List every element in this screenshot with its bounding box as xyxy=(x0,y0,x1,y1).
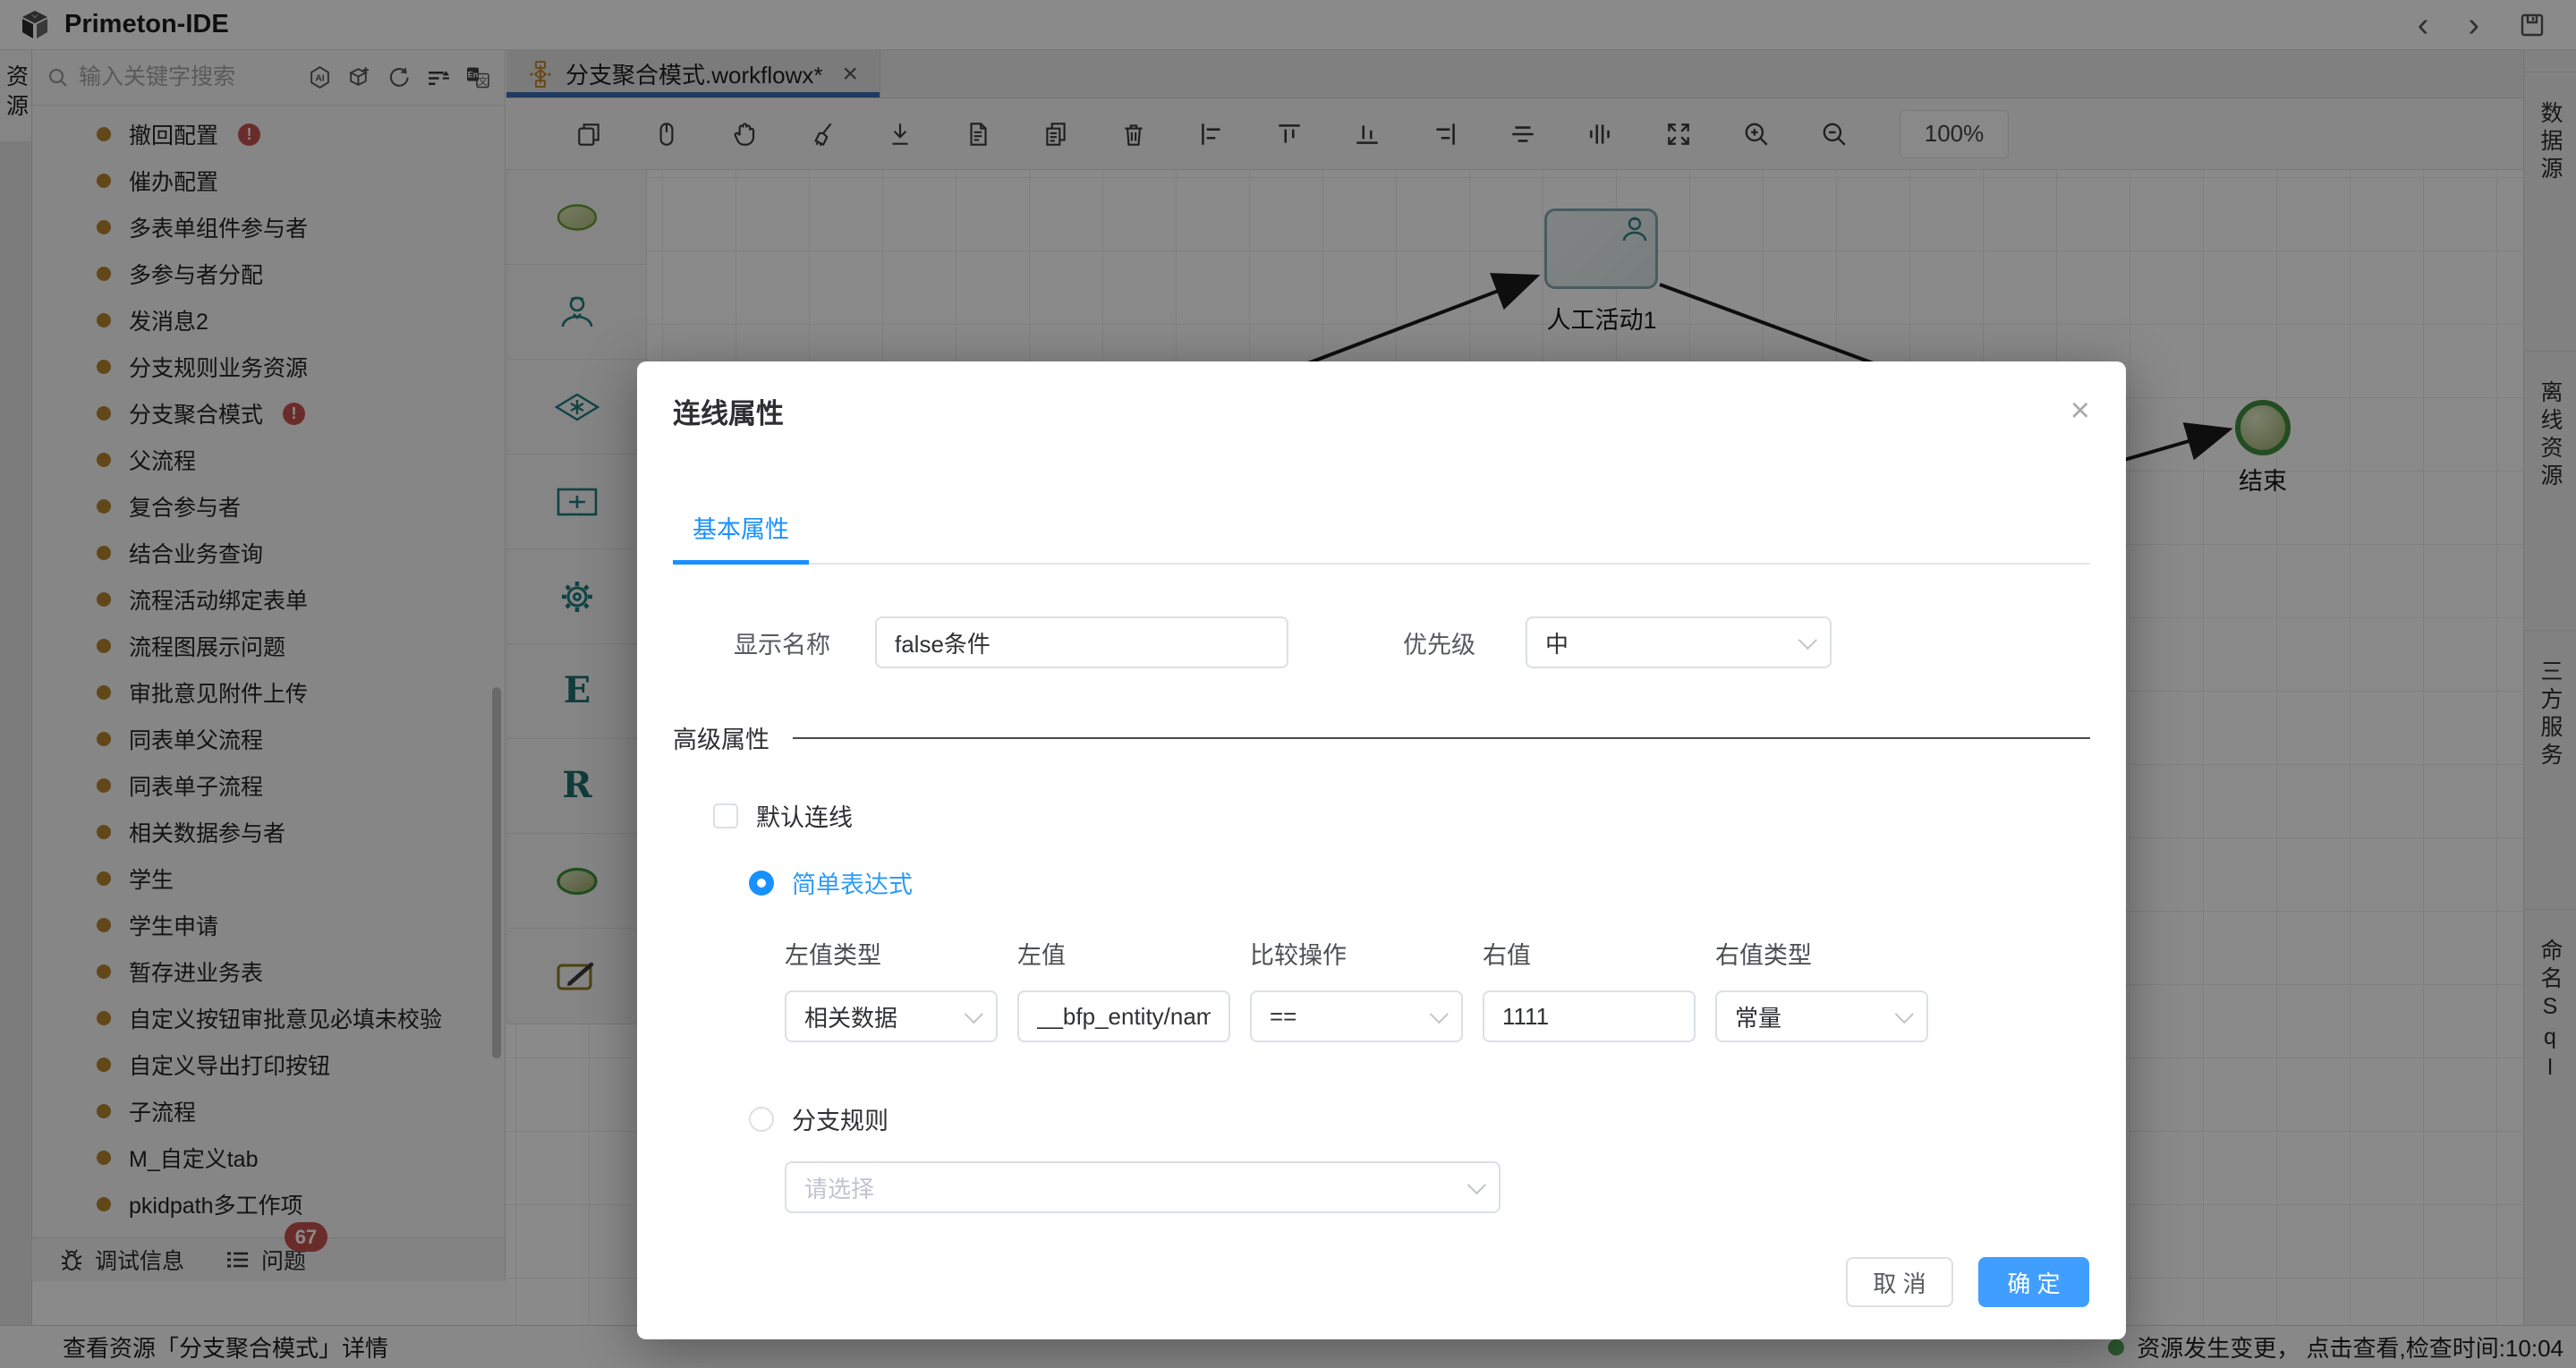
left-type-select[interactable]: 相关数据 xyxy=(785,990,998,1042)
right-type-label: 右值类型 xyxy=(1715,936,1928,971)
simple-expression-row: 简单表达式 xyxy=(673,865,2090,900)
dialog-tabs: 基本属性 xyxy=(673,510,2090,565)
app-window: Primeton-IDE ‹ › 资源 xyxy=(0,0,2576,1368)
branch-rule-placeholder: 请选择 xyxy=(804,1171,874,1204)
left-type-value: 相关数据 xyxy=(804,1000,897,1033)
confirm-button[interactable]: 确 定 xyxy=(1978,1257,2089,1307)
name-priority-row: 显示名称 优先级 中 xyxy=(673,616,2090,668)
default-line-row: 默认连线 xyxy=(673,798,2090,833)
chevron-down-icon xyxy=(965,1005,983,1024)
dialog-title: 连线属性 xyxy=(673,391,784,431)
expression-field-labels: 左值类型 左值 比较操作 右值 右值类型 xyxy=(673,936,2090,971)
operator-value: == xyxy=(1270,1003,1297,1031)
default-line-checkbox[interactable] xyxy=(713,803,738,828)
operator-label: 比较操作 xyxy=(1250,936,1463,971)
priority-label: 优先级 xyxy=(1403,625,1475,660)
right-type-select[interactable]: 常量 xyxy=(1715,990,1928,1042)
section-divider xyxy=(793,737,2090,739)
branch-rule-label: 分支规则 xyxy=(792,1101,888,1136)
advanced-section-header: 高级属性 xyxy=(673,720,2090,755)
advanced-label: 高级属性 xyxy=(673,720,769,755)
dialog-header: 连线属性 × xyxy=(673,361,2090,460)
right-value-input[interactable] xyxy=(1483,990,1696,1042)
tab-basic-properties[interactable]: 基本属性 xyxy=(673,510,809,563)
operator-select[interactable]: == xyxy=(1250,990,1463,1042)
priority-value: 中 xyxy=(1545,626,1569,659)
default-line-label: 默认连线 xyxy=(756,798,853,833)
right-value-label: 右值 xyxy=(1483,936,1696,971)
left-type-label: 左值类型 xyxy=(785,936,998,971)
simple-expression-label: 简单表达式 xyxy=(792,865,913,900)
branch-rule-select[interactable]: 请选择 xyxy=(785,1161,1501,1213)
left-value-label: 左值 xyxy=(1017,936,1230,971)
chevron-down-icon xyxy=(1467,1176,1486,1194)
line-properties-dialog: 连线属性 × 基本属性 显示名称 优先级 中 高级属性 默认连线 简单表达式 xyxy=(637,361,2126,1339)
chevron-down-icon xyxy=(1895,1005,1914,1024)
priority-select[interactable]: 中 xyxy=(1526,616,1832,668)
right-type-value: 常量 xyxy=(1735,1000,1781,1033)
display-name-input[interactable] xyxy=(875,616,1288,668)
simple-expression-radio[interactable] xyxy=(749,871,774,896)
branch-rule-row: 分支规则 xyxy=(673,1101,2090,1136)
cancel-button[interactable]: 取 消 xyxy=(1846,1257,1953,1307)
chevron-down-icon xyxy=(1430,1005,1449,1024)
dialog-footer: 取 消 确 定 xyxy=(1846,1257,2089,1307)
chevron-down-icon xyxy=(1798,631,1817,650)
branch-rule-radio[interactable] xyxy=(749,1107,774,1132)
display-name-label: 显示名称 xyxy=(734,625,830,660)
close-icon[interactable]: × xyxy=(2070,394,2090,428)
expression-field-inputs: 相关数据 == 常量 xyxy=(673,990,2090,1042)
left-value-input[interactable] xyxy=(1017,990,1230,1042)
